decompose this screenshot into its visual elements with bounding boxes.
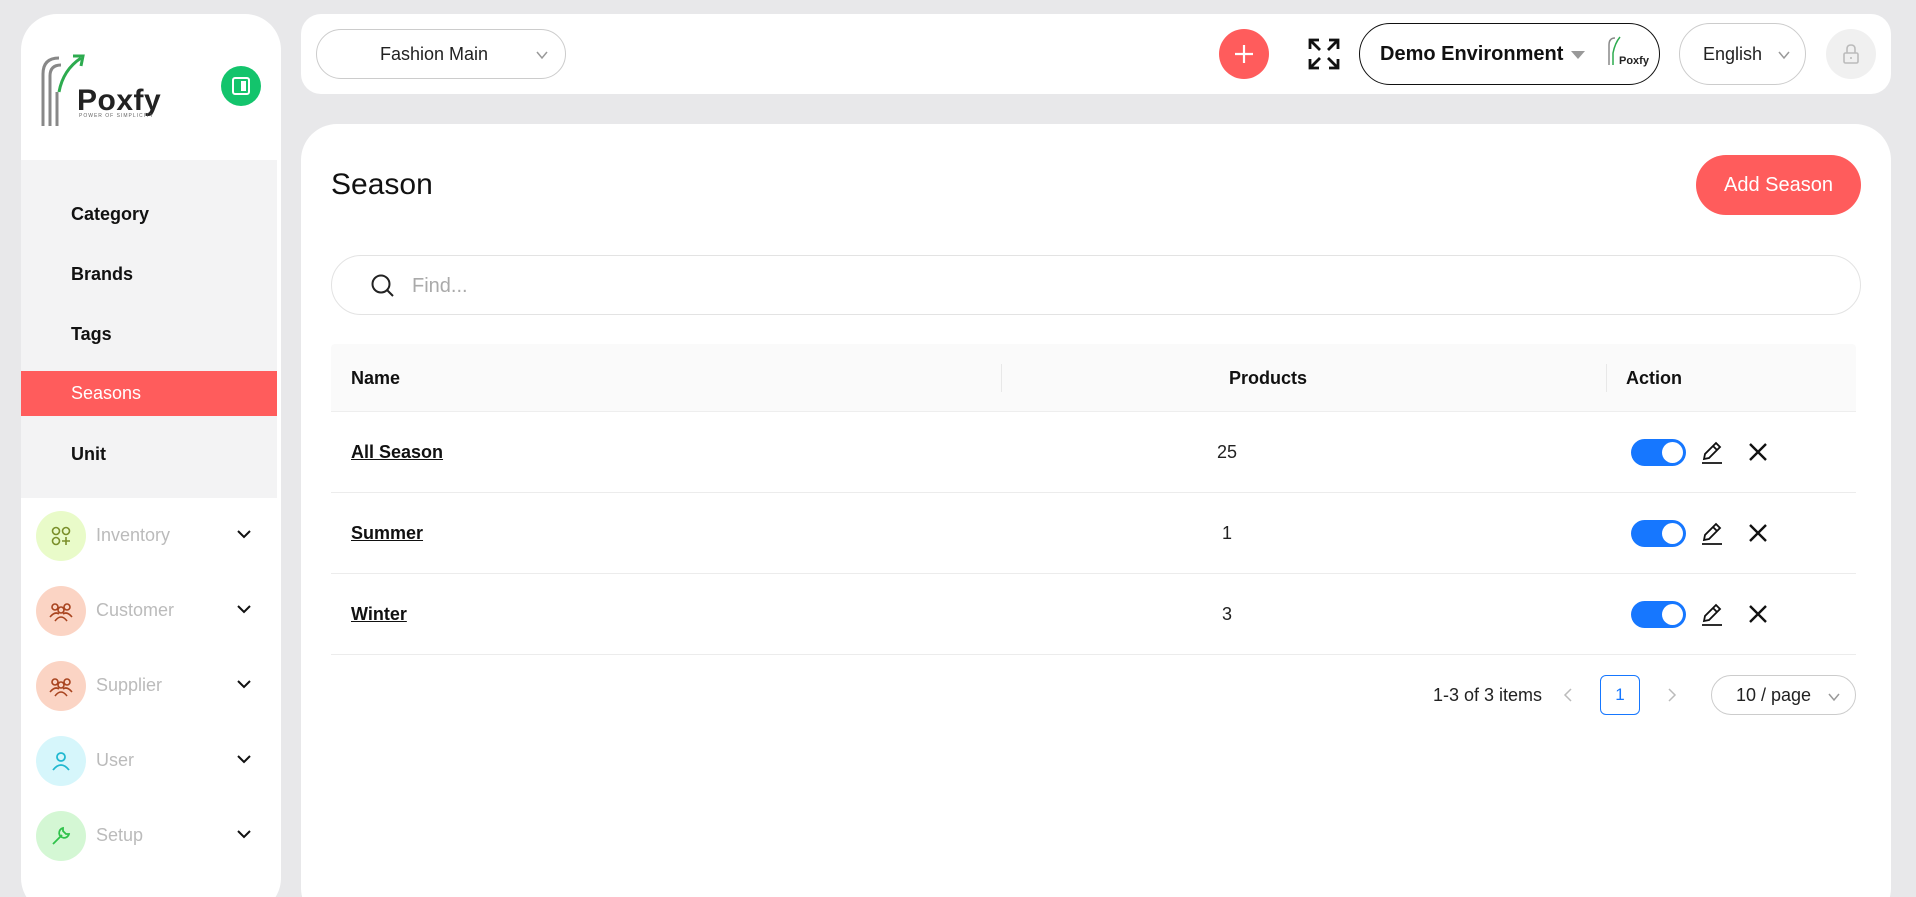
- status-toggle[interactable]: [1631, 520, 1686, 547]
- user-icon: [36, 735, 86, 786]
- chevron-down-icon: [237, 755, 251, 764]
- sidebar-group-label: Customer: [96, 600, 175, 620]
- season-products-count: 3: [1221, 604, 1232, 624]
- sidebar-group-supplier[interactable]: Supplier: [21, 648, 281, 723]
- search-bar: [331, 255, 1861, 315]
- chevron-down-icon: [237, 530, 251, 539]
- logo-area: Poxfy POWER OF SIMPLICITY: [21, 14, 281, 160]
- column-header-products: Products: [1229, 368, 1308, 388]
- season-name-link[interactable]: Summer: [351, 523, 423, 544]
- sidebar: Poxfy POWER OF SIMPLICITY Category Brand…: [21, 14, 281, 897]
- status-toggle[interactable]: [1631, 601, 1686, 628]
- table-row: All Season 25: [331, 412, 1856, 493]
- edit-icon[interactable]: [1699, 601, 1725, 627]
- environment-select-value: Demo Environment: [1380, 42, 1564, 65]
- toggle-knob: [1662, 604, 1683, 625]
- chevron-down-icon: [237, 830, 251, 839]
- sidebar-group-label: Setup: [96, 825, 144, 845]
- season-products-count: 1: [1221, 523, 1232, 543]
- sidebar-collapse-button[interactable]: [221, 66, 261, 106]
- sidebar-group-label: Inventory: [96, 525, 171, 545]
- season-products-count: 25: [1216, 442, 1238, 462]
- main-content: Season Add Season Name Products Action A…: [301, 124, 1891, 897]
- fullscreen-icon[interactable]: [1306, 36, 1342, 72]
- chevron-right-icon[interactable]: [1665, 687, 1679, 703]
- page-size-select[interactable]: 10 / page: [1711, 675, 1856, 715]
- supplier-icon: [36, 660, 86, 711]
- sidebar-item-category[interactable]: Category: [21, 184, 277, 244]
- plus-icon: [1235, 45, 1253, 63]
- search-icon: [371, 274, 394, 297]
- chevron-down-icon: [536, 51, 548, 60]
- wrench-icon: [36, 810, 86, 861]
- environment-logo-text: Poxfy: [1619, 55, 1649, 67]
- search-input[interactable]: [412, 271, 1812, 301]
- page-title: Season: [331, 168, 433, 201]
- sidebar-toggle-icon: [232, 77, 250, 95]
- chevron-down-icon: [237, 605, 251, 614]
- lock-icon: [1843, 44, 1859, 64]
- chevron-down-icon: [237, 680, 251, 689]
- seasons-table: Name Products Action All Season 25 Summe…: [331, 344, 1856, 655]
- column-header-action: Action: [1626, 368, 1682, 388]
- language-select[interactable]: English: [1679, 23, 1806, 85]
- sidebar-item-brands[interactable]: Brands: [21, 244, 277, 304]
- sidebar-group-setup[interactable]: Setup: [21, 798, 281, 873]
- chevron-left-icon[interactable]: [1561, 687, 1575, 703]
- sidebar-item-seasons[interactable]: Seasons: [21, 371, 277, 416]
- chevron-down-icon: [1828, 693, 1840, 702]
- sidebar-group-customer[interactable]: Customer: [21, 573, 281, 648]
- add-season-button[interactable]: Add Season: [1696, 155, 1861, 215]
- store-select[interactable]: Fashion Main: [316, 29, 566, 79]
- close-icon[interactable]: [1747, 441, 1769, 463]
- inventory-icon: [36, 510, 86, 561]
- edit-icon[interactable]: [1699, 439, 1725, 465]
- table-row: Summer 1: [331, 493, 1856, 574]
- close-icon[interactable]: [1747, 603, 1769, 625]
- top-bar: Fashion Main Demo Environment Poxfy Engl…: [301, 14, 1891, 94]
- language-select-value: English: [1703, 43, 1763, 64]
- sidebar-group-inventory[interactable]: Inventory: [21, 498, 281, 573]
- customer-icon: [36, 585, 86, 636]
- products-submenu: Category Brands Tags Seasons Unit: [21, 160, 277, 498]
- column-divider: [1001, 364, 1002, 392]
- pagination-total: 1-3 of 3 items: [1433, 685, 1543, 705]
- pagination-page-current[interactable]: 1: [1600, 675, 1640, 715]
- column-divider: [1606, 364, 1607, 392]
- store-select-value: Fashion Main: [380, 43, 489, 64]
- environment-logo: Poxfy: [1605, 33, 1649, 73]
- environment-select[interactable]: Demo Environment Poxfy: [1359, 23, 1660, 85]
- sidebar-group-label: User: [96, 750, 135, 770]
- sidebar-group-user[interactable]: User: [21, 723, 281, 798]
- season-name-link[interactable]: Winter: [351, 604, 407, 625]
- toggle-knob: [1662, 523, 1683, 544]
- sidebar-item-tags[interactable]: Tags: [21, 304, 277, 364]
- sidebar-item-unit[interactable]: Unit: [21, 424, 277, 484]
- lock-button[interactable]: [1826, 29, 1876, 79]
- edit-icon[interactable]: [1699, 520, 1725, 546]
- column-header-name: Name: [351, 368, 401, 388]
- close-icon[interactable]: [1747, 522, 1769, 544]
- season-name-link[interactable]: All Season: [351, 442, 443, 463]
- status-toggle[interactable]: [1631, 439, 1686, 466]
- toggle-knob: [1662, 442, 1683, 463]
- chevron-down-icon: [1778, 51, 1790, 60]
- sidebar-group-label: Supplier: [96, 675, 163, 695]
- brand-tagline: POWER OF SIMPLICITY: [79, 113, 155, 119]
- pagination: 1-3 of 3 items 1 10 / page: [331, 675, 1856, 715]
- page-size-value: 10 / page: [1736, 684, 1812, 705]
- table-row: Winter 3: [331, 574, 1856, 655]
- caret-down-icon: [1571, 51, 1585, 59]
- quick-add-button[interactable]: [1219, 29, 1269, 79]
- table-header: Name Products Action: [331, 344, 1856, 412]
